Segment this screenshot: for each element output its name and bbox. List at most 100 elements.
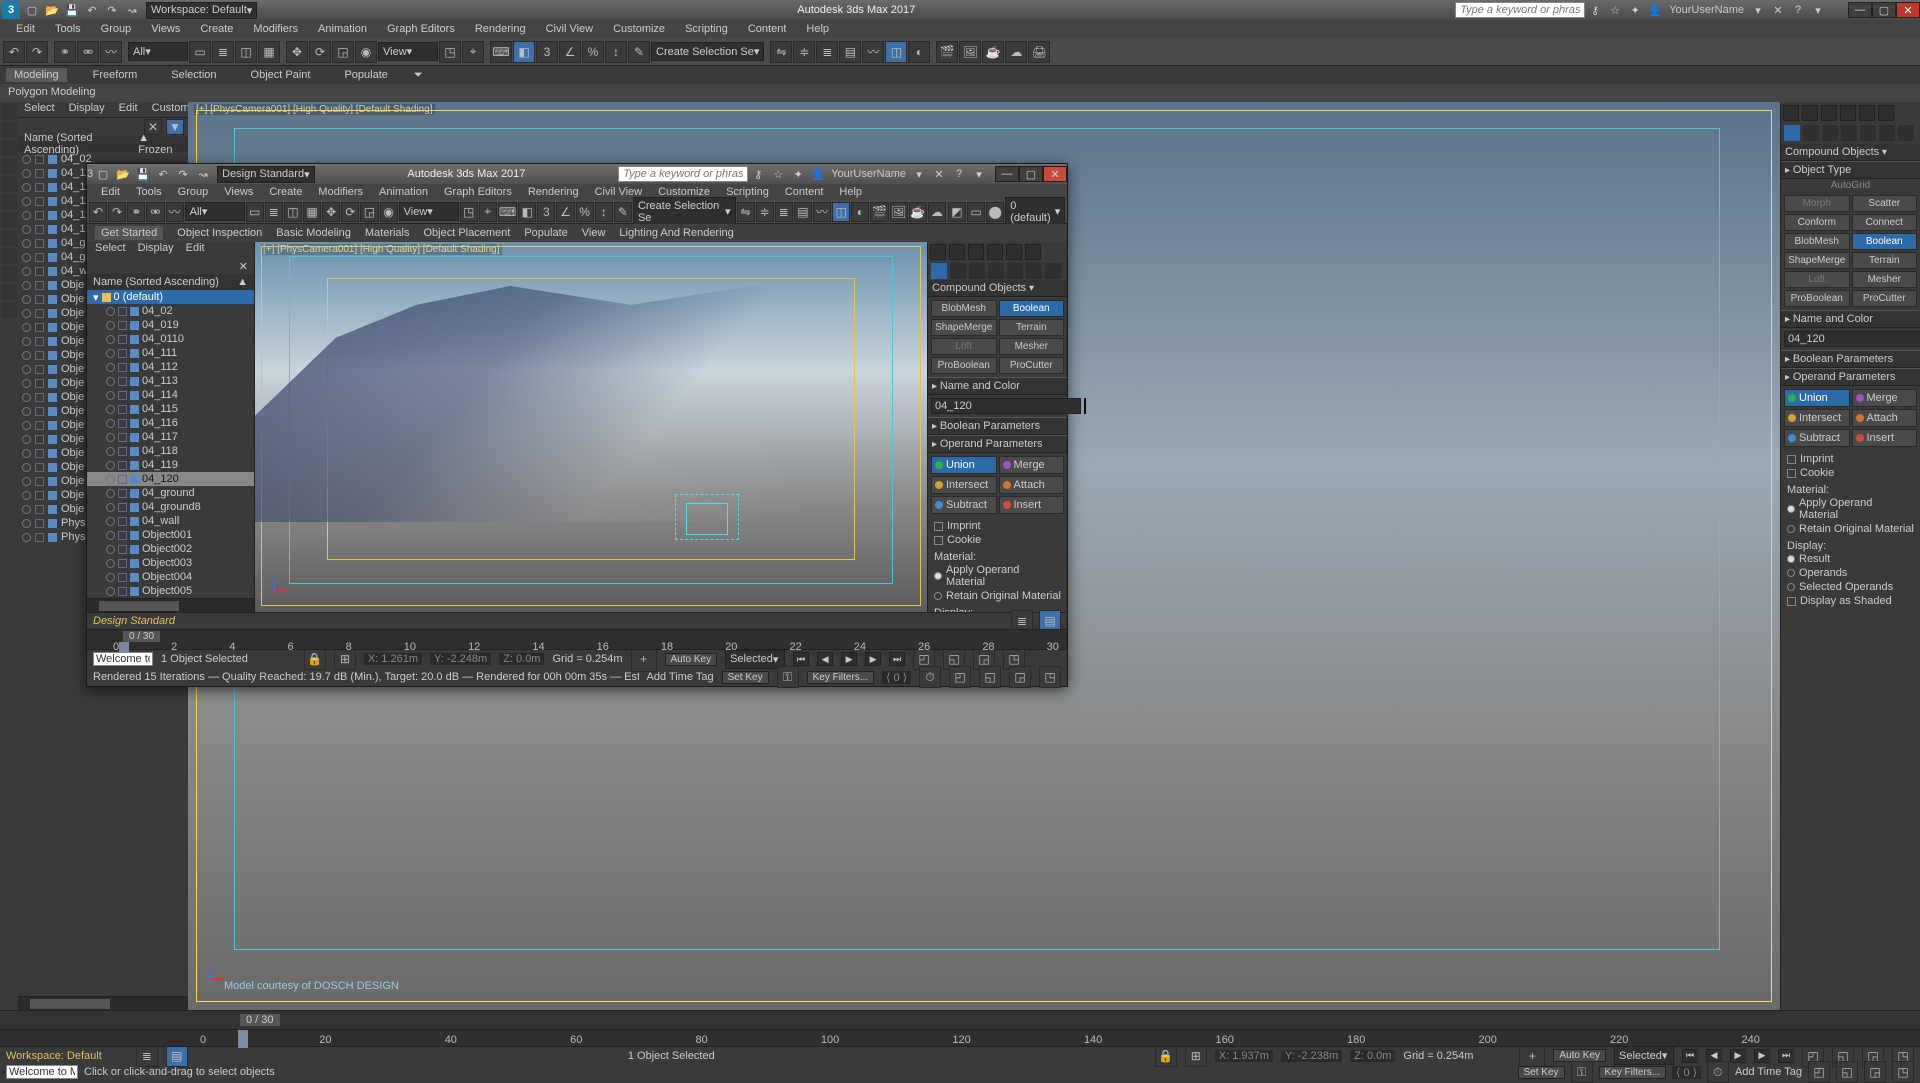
i-sel-icon[interactable]: ▭ [246, 202, 264, 222]
spacewarp-icon[interactable] [1879, 125, 1895, 141]
i-modify-tab-icon[interactable] [949, 244, 965, 260]
disp-selops-radio[interactable] [1787, 583, 1795, 591]
mat-retain-radio[interactable] [1787, 525, 1795, 533]
strip-icon[interactable] [1, 176, 17, 192]
ist-edit[interactable]: Edit [186, 242, 205, 258]
type-loft[interactable]: Loft [1784, 271, 1850, 288]
add-time-tag[interactable]: Add Time Tag [1735, 1066, 1802, 1078]
i-cams-icon[interactable] [988, 263, 1004, 279]
inner-open-icon[interactable]: 📂 [114, 165, 132, 183]
placement-icon[interactable]: ◉ [355, 41, 377, 63]
type-blobmesh[interactable]: BlobMesh [1784, 233, 1850, 250]
tree-row[interactable]: 04_111 [87, 346, 254, 360]
close-account-icon[interactable]: ✕ [1769, 1, 1787, 19]
i-disp-tab-icon[interactable] [1006, 244, 1022, 260]
i-tc-icon[interactable]: ⏱ [919, 666, 941, 688]
menu-tools[interactable]: Tools [45, 23, 91, 35]
tree-row[interactable]: 04_116 [87, 416, 254, 430]
i-ssnap-icon[interactable]: ↕ [595, 202, 613, 222]
help-search-input[interactable] [1455, 2, 1585, 18]
inner-scene-header[interactable]: Name (Sorted Ascending)▲ [87, 274, 254, 290]
hierarchy-tab-icon[interactable] [1821, 105, 1837, 121]
ir-place[interactable]: Object Placement [423, 227, 510, 239]
refcoord-selector[interactable]: View ▾ [378, 42, 438, 61]
motion-tab-icon[interactable] [1840, 105, 1856, 121]
menu-rendering[interactable]: Rendering [465, 23, 536, 35]
inner-workspace-selector[interactable]: Design Standard ▾ [217, 166, 314, 183]
i-align-icon[interactable]: ≑ [756, 202, 774, 222]
i-filter[interactable]: All ▾ [185, 202, 245, 221]
imprint-checkbox[interactable] [1787, 455, 1796, 464]
scale-icon[interactable]: ◲ [332, 41, 354, 63]
i-kf-icon[interactable]: ⚿ [777, 666, 799, 688]
i-mat-retain[interactable] [934, 592, 942, 600]
menu-group[interactable]: Group [91, 23, 142, 35]
strip-icon[interactable] [1, 230, 17, 246]
type-blobmesh[interactable]: BlobMesh [931, 300, 997, 317]
menu-modifiers[interactable]: Modifiers [243, 23, 308, 35]
undo-icon[interactable]: ↶ [83, 1, 101, 19]
mat-apply-radio[interactable] [1787, 505, 1795, 513]
i-create-tab-icon[interactable] [930, 244, 946, 260]
type-procutter[interactable]: ProCutter [999, 357, 1065, 374]
i-namedset[interactable]: Create Selection Se ▾ [633, 197, 736, 227]
inner-xacct-icon[interactable]: ✕ [930, 165, 948, 183]
helpers-icon[interactable] [1860, 125, 1876, 141]
i-iso-icon[interactable]: ◩ [948, 202, 966, 222]
i-dot-icon[interactable]: ⬤ [986, 202, 1004, 222]
inner-redo-icon[interactable]: ↷ [174, 165, 192, 183]
autogrid-label[interactable]: AutoGrid [1781, 179, 1920, 192]
inner-prompt-input[interactable] [93, 652, 153, 666]
bind-space-icon[interactable]: 〰 [100, 41, 122, 63]
i-layer-select[interactable]: 0 (default) ▾ [1005, 197, 1065, 227]
cookie-checkbox[interactable] [1787, 469, 1796, 478]
strip-icon[interactable] [1, 248, 17, 264]
i-pivot-icon[interactable]: ◳ [460, 202, 478, 222]
render-frame-icon[interactable]: 🖼 [959, 41, 981, 63]
coord-x[interactable]: X: 1.937m [1215, 1050, 1273, 1062]
inner-min-button[interactable]: — [995, 166, 1019, 182]
inner-undo-icon[interactable]: ↶ [154, 165, 172, 183]
op-attach[interactable]: Attach [1852, 409, 1918, 427]
cameras-icon[interactable] [1841, 125, 1857, 141]
selection-gizmo[interactable] [675, 494, 739, 540]
keymode-selector[interactable]: Selected ▾ [1614, 1046, 1674, 1065]
type-terrain[interactable]: Terrain [999, 319, 1065, 336]
i-shapes-icon[interactable] [950, 263, 966, 279]
workspace-status[interactable]: Workspace: Default [6, 1050, 102, 1062]
snap3-icon[interactable]: 3 [536, 41, 558, 63]
im-content[interactable]: Content [777, 186, 832, 198]
category-selector[interactable]: Compound Objects ▾ [1781, 144, 1920, 161]
undo-button[interactable]: ↶ [3, 41, 25, 63]
inner-x[interactable]: X: 1.261m [364, 653, 422, 665]
ribbon-dropdown-icon[interactable]: ⏷ [414, 69, 423, 82]
ir-mod[interactable]: Basic Modeling [276, 227, 351, 239]
i-play-icon[interactable]: ▶ [841, 652, 857, 666]
play-icon[interactable]: ▶ [1730, 1049, 1746, 1063]
rollout-name-color[interactable]: ▸ Name and Color [1781, 310, 1920, 328]
create-tab-icon[interactable] [1783, 105, 1799, 121]
disp-result-radio[interactable] [1787, 555, 1795, 563]
link-button[interactable]: ⚭ [54, 41, 76, 63]
inner-rollout-bp[interactable]: ▸ Boolean Parameters [928, 417, 1067, 435]
op-subtract[interactable]: Subtract [931, 496, 997, 514]
ist-sel[interactable]: Select [95, 242, 126, 258]
close-button[interactable]: ✕ [1896, 2, 1920, 18]
time-bubble[interactable]: 0 / 30 [240, 1014, 280, 1026]
inner-help-icon[interactable]: ? [950, 165, 968, 183]
disp-shaded-check[interactable] [1787, 597, 1796, 606]
inner-rollout-nc[interactable]: ▸ Name and Color [928, 377, 1067, 395]
tree-row[interactable]: 04_wall [87, 514, 254, 528]
schematic-icon[interactable]: ◫ [885, 41, 907, 63]
ir-mat[interactable]: Materials [365, 227, 410, 239]
i-start-icon[interactable]: ⏮ [793, 652, 809, 666]
i-prev-icon[interactable]: ◀ [817, 652, 833, 666]
tree-row[interactable]: Object003 [87, 556, 254, 570]
i-imprint-chk[interactable] [934, 522, 943, 531]
align-icon[interactable]: ≑ [793, 41, 815, 63]
i-redo-icon[interactable]: ↷ [108, 202, 126, 222]
im-group[interactable]: Group [170, 186, 217, 198]
move-icon[interactable]: ✥ [286, 41, 308, 63]
i-s3-icon[interactable]: 3 [537, 202, 555, 222]
ribbon-tab-freeform[interactable]: Freeform [85, 68, 146, 82]
